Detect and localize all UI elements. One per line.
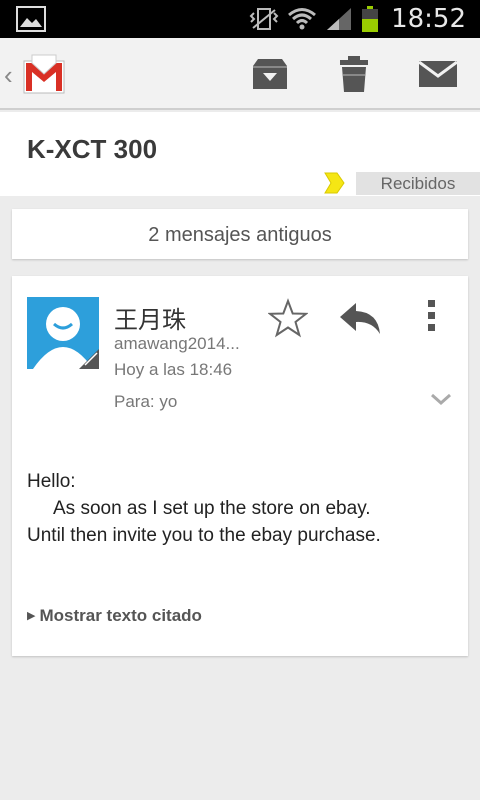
mark-unread-icon	[418, 60, 458, 87]
mark-unread-button[interactable]	[416, 52, 460, 96]
vibrate-icon	[249, 8, 279, 30]
status-icons: 18:52	[249, 0, 466, 38]
message-card: 王月珠 amawang2014... Hoy a las 18:46 Para:…	[12, 276, 468, 656]
chevron-down-icon[interactable]	[430, 392, 452, 406]
recipient-line[interactable]: Para: yo	[114, 392, 177, 412]
reply-icon[interactable]	[338, 300, 382, 336]
battery-icon	[362, 6, 379, 32]
more-options-icon[interactable]	[422, 298, 442, 334]
star-icon[interactable]	[268, 298, 308, 338]
message-time: Hoy a las 18:46	[114, 360, 233, 379]
sender-email: amawang2014...	[114, 334, 240, 353]
delete-icon	[340, 56, 368, 92]
action-bar: ‹	[0, 38, 480, 110]
message-body: Hello: As soon as I set up the store on …	[27, 468, 381, 549]
conversation-subject: K-XCT 300	[27, 134, 158, 164]
status-time: 18:52	[391, 4, 466, 34]
body-line: Hello:	[27, 471, 76, 492]
body-line: As soon as I set up the store on ebay.	[53, 498, 371, 519]
triangle-right-icon: ▶	[27, 610, 36, 622]
default-avatar-icon	[33, 307, 99, 369]
label-inbox[interactable]: Recibidos	[356, 172, 480, 195]
delete-button[interactable]	[332, 52, 376, 96]
show-quoted-label: Mostrar texto citado	[39, 606, 202, 625]
signal-icon	[327, 8, 352, 30]
sender-name: 王月珠	[114, 306, 186, 334]
show-quoted-text-link[interactable]: ▶ Mostrar texto citado	[27, 606, 202, 626]
older-messages-button[interactable]: 2 mensajes antiguos	[12, 209, 468, 259]
important-marker-icon[interactable]	[322, 172, 346, 194]
back-icon[interactable]: ‹	[4, 60, 13, 91]
gmail-logo-icon[interactable]	[20, 51, 68, 97]
archive-button[interactable]	[248, 52, 292, 96]
status-bar: 18:52	[0, 0, 480, 38]
body-line: Until then invite you to the ebay purcha…	[27, 525, 381, 546]
gallery-notification-icon	[16, 6, 46, 32]
avatar[interactable]	[27, 297, 99, 369]
wifi-icon	[288, 8, 317, 30]
archive-icon	[253, 59, 287, 89]
